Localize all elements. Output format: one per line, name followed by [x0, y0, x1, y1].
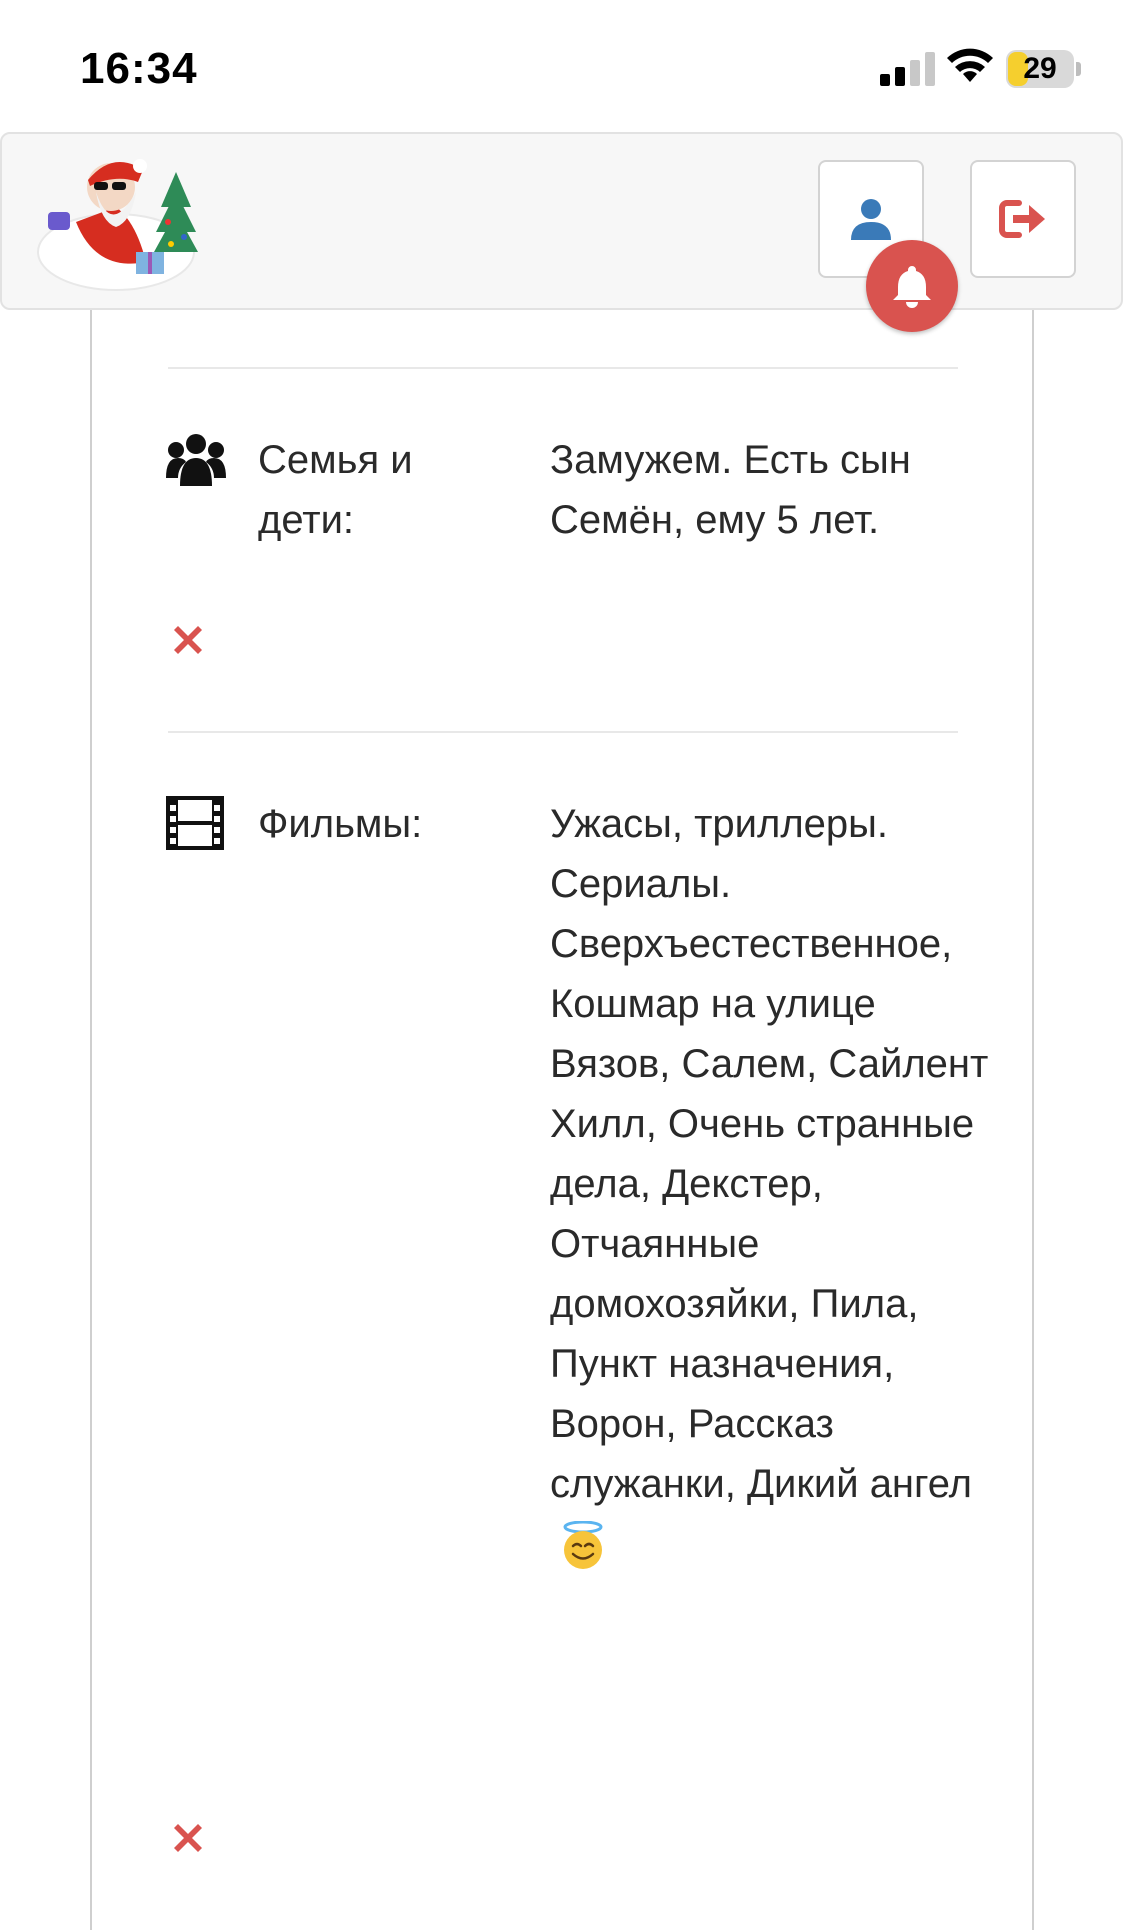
santa-logo-icon[interactable]: [36, 152, 206, 292]
divider: [168, 731, 958, 733]
battery-indicator: 29: [1006, 50, 1082, 88]
battery-level: 29: [1023, 52, 1057, 85]
user-icon: [851, 199, 891, 240]
films-label: Фильмы:: [258, 802, 423, 846]
remove-icon[interactable]: [168, 620, 208, 660]
films-value-text: Ужасы, триллеры. Сериалы. Сверхъестестве…: [550, 802, 989, 1506]
remove-icon[interactable]: [168, 1818, 208, 1858]
wifi-icon: [947, 48, 993, 82]
bell-icon: [893, 266, 931, 308]
status-time: 16:34: [80, 44, 198, 93]
family-value: Замужем. Есть сын Семён, ему 5 лет.: [550, 438, 911, 542]
sign-out-icon: [999, 200, 1045, 238]
family-icon: [166, 434, 226, 486]
films-value: Ужасы, триллеры. Сериалы. Сверхъестестве…: [550, 794, 990, 1574]
smiling-face-with-halo-icon: [563, 1521, 603, 1570]
film-icon: [166, 796, 224, 850]
divider: [168, 367, 958, 369]
cellular-signal-icon: [880, 52, 935, 86]
family-label: Семья и дети:: [258, 438, 413, 542]
logout-button[interactable]: [970, 160, 1076, 278]
status-bar: 16:34 29: [0, 0, 1125, 132]
